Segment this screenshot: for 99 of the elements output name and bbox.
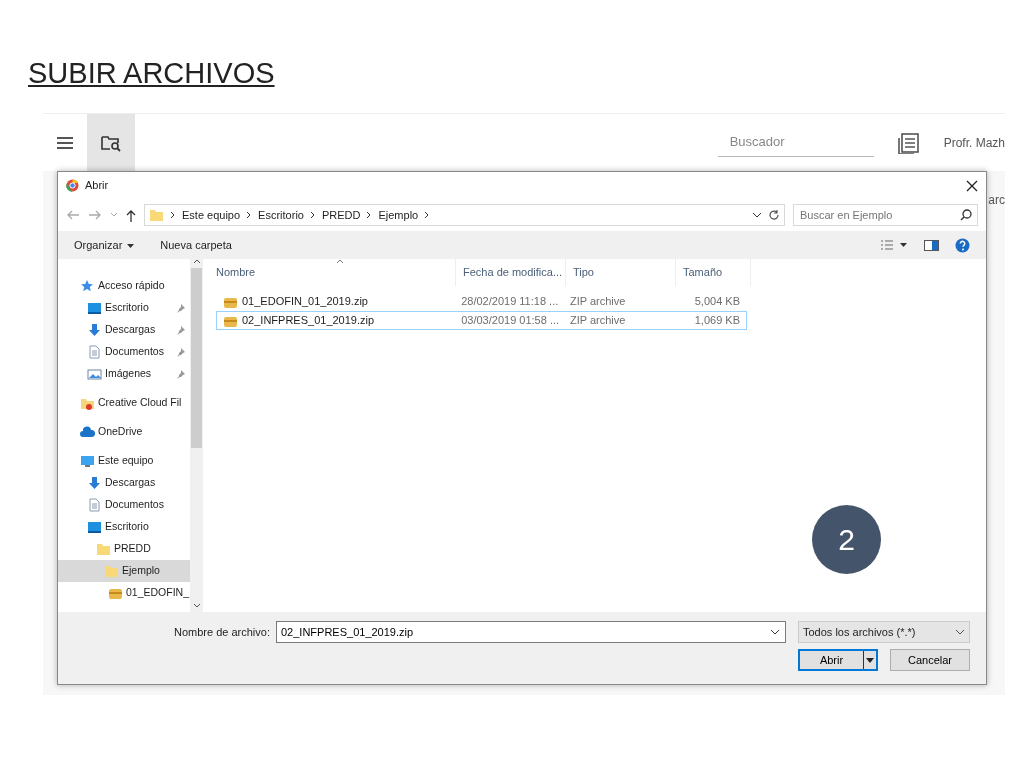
star-icon [80,279,95,293]
file-date: 03/03/2019 01:58 ... [461,314,560,327]
help-icon[interactable] [955,237,970,253]
open-button[interactable]: Abrir [798,649,878,671]
column-header[interactable]: Tipo [566,259,676,286]
edge-text: arc [988,192,1005,209]
search-field[interactable]: Buscar en Ejemplo [793,204,978,226]
scroll-up-icon[interactable] [192,259,201,264]
nav-item[interactable]: OneDrive [58,421,190,443]
nav-label: Acceso rápido [98,278,165,294]
nav-item[interactable]: Creative Cloud Fil [58,392,190,414]
down-arrow-icon [87,476,102,490]
nav-item[interactable]: Imágenes [58,363,190,385]
nav-item[interactable]: Acceso rápido [58,275,190,297]
file-size: 5,004 KB [694,295,740,308]
chevron-right-icon [424,211,431,219]
folder-icon [149,208,164,222]
chevron-right-icon [309,211,316,219]
folder-icon [80,396,95,410]
address-bar[interactable]: Este equipo Escritorio PREDD Ejemplo [144,204,785,226]
file-size: 1,069 KB [694,314,740,327]
scroll-down-icon[interactable] [192,603,201,608]
cancel-button[interactable]: Cancelar [890,649,970,671]
toolbar-button[interactable]: Organizar [74,236,135,254]
folder-icon [96,542,111,556]
folder-search-icon [100,133,122,152]
column-header[interactable]: Fecha de modifica... [456,259,566,286]
computer-icon [80,454,95,468]
nav-label: OneDrive [98,424,143,440]
window-title: Abrir [85,178,109,194]
nav-label: PREDD [114,541,151,557]
nav-label: Este equipo [98,453,154,469]
file-row[interactable]: 01_EDOFIN_01_2019.zip 28/02/2019 11:18 ... ZIP archive 5,004 KB [216,292,747,311]
chevron-down-icon [955,629,965,635]
chevron-right-icon [366,211,373,219]
breadcrumb-item[interactable]: Ejemplo [378,206,419,224]
refresh-icon[interactable] [768,209,780,221]
nav-item[interactable]: Este equipo [58,450,190,472]
breadcrumb-item[interactable]: PREDD [321,206,361,224]
browser-icon [66,179,79,192]
file-name: 02_INFPRES_01_2019.zip [242,313,375,329]
folder-icon [104,564,119,578]
caret-icon [866,657,874,663]
chevron-down-icon[interactable] [770,629,780,635]
chevron-right-icon [246,211,253,219]
field-label: Nombre de archivo: [174,624,270,640]
chevron-right-icon [170,211,176,219]
nav-label: Escritorio [105,519,149,535]
filename-field[interactable]: 02_INFPRES_01_2019.zip [276,621,786,643]
nav-item[interactable]: Documentos [58,494,190,516]
image-icon [87,367,102,381]
menu-icon[interactable] [56,135,74,150]
chevron-down-icon[interactable] [752,212,762,218]
nav-item[interactable]: Escritorio [58,297,190,319]
breadcrumb-item[interactable]: Este equipo [182,206,241,224]
close-icon[interactable] [966,179,978,192]
preview-pane-icon[interactable] [924,239,939,251]
column-header[interactable]: Nombre [216,259,456,286]
nav-label: Documentos [105,497,164,513]
nav-item[interactable]: PREDD [58,538,190,560]
up-arrow-icon[interactable] [126,208,136,222]
file-type: ZIP archive [569,295,626,308]
nav-item[interactable]: Documentos [58,341,190,363]
nav-item[interactable]: 01_EDOFIN_ [58,582,190,604]
nav-item[interactable]: Ejemplo [58,560,190,582]
list-icon[interactable] [897,131,920,154]
nav-label: Creative Cloud Fil [98,395,182,411]
file-type: ZIP archive [569,314,626,327]
file-type-dropdown[interactable]: Todos los archivos (*.*) [798,621,970,643]
cloud-icon [80,425,95,439]
nav-label: Descargas [105,322,156,338]
file-name: 01_EDOFIN_01_2019.zip [242,294,368,310]
archive-icon [108,586,123,600]
monitor-icon [87,520,102,534]
down-arrow-icon [87,323,102,337]
folder-search-button[interactable] [87,114,135,171]
scrollbar-thumb[interactable] [191,268,202,448]
nav-label: Documentos [105,344,164,360]
nav-label: Imágenes [105,366,152,382]
search-icon [960,209,972,221]
nav-label: Descargas [105,475,156,491]
slide-title: SUBIR ARCHIVOS [28,58,275,90]
user-name: Profr. Mazh [943,134,1005,152]
nav-item[interactable]: Escritorio [58,516,190,538]
breadcrumb-item[interactable]: Escritorio [258,206,304,224]
nav-label: Ejemplo [122,563,160,579]
view-options-icon[interactable] [880,240,908,250]
nav-label: Escritorio [105,300,149,316]
toolbar-button[interactable]: Nueva carpeta [160,236,232,254]
document-icon [87,498,102,512]
nav-item[interactable]: Descargas [58,472,190,494]
document-icon [87,345,102,359]
column-header[interactable]: Tamaño [676,259,751,286]
nav-item[interactable]: Descargas [58,319,190,341]
monitor-icon [87,301,102,315]
file-date: 28/02/2019 11:18 ... [461,295,559,308]
search-field[interactable]: Buscador [717,128,874,157]
file-row[interactable]: 02_INFPRES_01_2019.zip 03/03/2019 01:58 ... ZIP archive 1,069 KB [216,311,747,330]
nav-label: 01_EDOFIN_ [126,585,190,601]
